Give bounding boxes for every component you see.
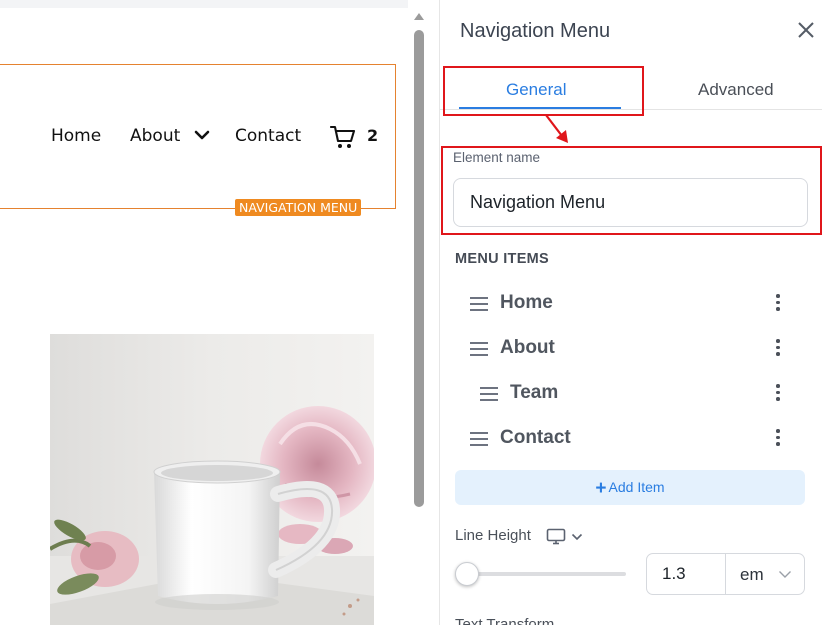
nav-link-about[interactable]: About: [130, 126, 180, 146]
line-height-unit-select[interactable]: em: [727, 554, 805, 594]
chevron-down-icon[interactable]: [571, 533, 583, 541]
plus-icon: +: [595, 478, 607, 499]
element-name-label: Element name: [453, 150, 541, 165]
annotation-arrow: [545, 114, 568, 143]
text-transform-label: Text Transform: [455, 616, 555, 625]
kebab-menu-icon[interactable]: [775, 429, 781, 449]
nav-link-home[interactable]: Home: [51, 126, 101, 146]
scrollbar-thumb[interactable]: [414, 30, 424, 507]
scroll-up-arrow-icon[interactable]: [413, 12, 425, 22]
page-canvas: Home About Contact 2 NAVIGATION MENU: [0, 0, 408, 625]
menu-item-label: Contact: [500, 427, 571, 448]
add-item-label: Add Item: [608, 479, 665, 495]
tab-advanced[interactable]: Advanced: [698, 80, 774, 100]
chevron-down-icon: [779, 571, 791, 578]
close-icon[interactable]: [795, 19, 817, 41]
line-height-slider-handle[interactable]: [455, 562, 479, 586]
element-type-badge: NAVIGATION MENU: [235, 199, 362, 216]
drag-handle-icon[interactable]: [480, 387, 498, 401]
nav-link-contact[interactable]: Contact: [235, 126, 301, 146]
product-photo: [50, 334, 374, 625]
drag-handle-icon[interactable]: [470, 342, 488, 356]
canvas-top-gap: [0, 0, 408, 8]
unit-value: em: [740, 565, 764, 584]
line-height-slider-track[interactable]: [458, 572, 626, 576]
panel-title: Navigation Menu: [460, 20, 611, 42]
menu-item[interactable]: Contact: [470, 425, 790, 455]
cart-icon[interactable]: [330, 124, 356, 150]
menu-item-label: Team: [510, 382, 559, 403]
cart-count: 2: [367, 126, 379, 145]
menu-item-label: Home: [500, 292, 553, 313]
kebab-menu-icon[interactable]: [775, 339, 781, 359]
line-height-label: Line Height: [455, 527, 531, 544]
highlight-box-tab: [443, 66, 644, 116]
menu-item[interactable]: About: [470, 335, 790, 365]
drag-handle-icon[interactable]: [470, 432, 488, 446]
menu-item[interactable]: Home: [470, 290, 790, 320]
line-height-input[interactable]: [647, 554, 726, 594]
kebab-menu-icon[interactable]: [775, 294, 781, 314]
menu-item-label: About: [500, 337, 555, 358]
drag-handle-icon[interactable]: [470, 297, 488, 311]
element-name-input[interactable]: [453, 178, 808, 227]
kebab-menu-icon[interactable]: [775, 384, 781, 404]
add-item-button[interactable]: + Add Item: [455, 470, 805, 505]
menu-items-heading: MENU ITEMS: [455, 251, 550, 267]
chevron-down-icon[interactable]: [194, 128, 210, 142]
line-height-number-group: em: [646, 553, 805, 595]
settings-panel: Navigation Menu General Advanced Element…: [440, 0, 822, 625]
monitor-icon[interactable]: [546, 528, 566, 545]
menu-item-nested[interactable]: Team: [480, 380, 790, 410]
